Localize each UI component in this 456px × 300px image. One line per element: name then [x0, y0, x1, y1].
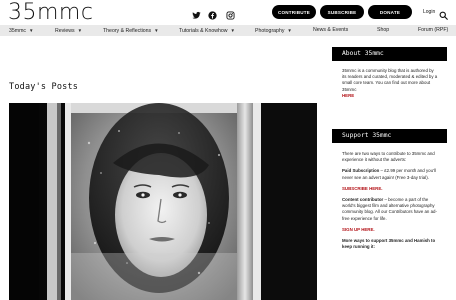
- nav-item-news-events[interactable]: News & Events: [313, 25, 348, 36]
- paid-subscription-text: Paid Subscription – £2.99 per month and …: [342, 168, 436, 180]
- search-icon[interactable]: [439, 7, 448, 20]
- more-ways-text: More ways to support 35mmc and Hamish to…: [342, 238, 436, 250]
- twitter-icon[interactable]: [192, 7, 201, 19]
- donate-button[interactable]: DONATE: [368, 5, 412, 19]
- site-logo[interactable]: 35mmc: [8, 2, 93, 24]
- nav-item-reviews[interactable]: Reviews ▼: [55, 25, 82, 36]
- main-nav: 35mmc ▼ Reviews ▼ Theory & Reflections ▼ Tu…: [0, 25, 456, 36]
- about-here-link[interactable]: HERE: [342, 93, 354, 98]
- about-text: 35mmc is a community blog that is author…: [342, 68, 438, 92]
- instagram-icon[interactable]: [226, 7, 235, 20]
- section-title: Today's Posts: [9, 82, 79, 92]
- nav-item-shop[interactable]: Shop: [377, 25, 389, 36]
- nav-item-tutorials-knowhow[interactable]: Tutorials & Knowhow ▼: [179, 25, 235, 36]
- nav-item-theory-reflections[interactable]: Theory & Reflections ▼: [103, 25, 159, 36]
- content-contributor-text: Content contributor – become a part of t…: [342, 197, 437, 221]
- support-widget: Support 35mmc There are two ways to cont…: [332, 129, 447, 255]
- chevron-down-icon: ▼: [230, 28, 236, 33]
- featured-post-image[interactable]: [9, 103, 317, 300]
- login-link[interactable]: Login: [423, 9, 435, 15]
- chevron-down-icon: ▼: [29, 28, 34, 33]
- facebook-icon[interactable]: [208, 7, 217, 20]
- chevron-down-icon: ▼: [154, 28, 159, 33]
- subscribe-button[interactable]: SUBSCRIBE: [320, 5, 364, 19]
- nav-item-forum[interactable]: Forum (RPF): [418, 25, 448, 36]
- contribute-button[interactable]: CONTRIBUTE: [272, 5, 316, 19]
- portrait-photo: [9, 103, 317, 300]
- support-intro: There are two ways to contribute to 35mm…: [342, 151, 435, 163]
- support-widget-title: Support 35mmc: [332, 129, 447, 143]
- chevron-down-icon: ▼: [77, 28, 83, 33]
- subscribe-here-link[interactable]: SUBSCRIBE HERE.: [342, 186, 383, 191]
- about-widget-title: About 35mmc: [332, 47, 447, 61]
- nav-item-35mmc[interactable]: 35mmc ▼: [9, 25, 33, 36]
- chevron-down-icon: ▼: [287, 28, 292, 33]
- nav-item-photography[interactable]: Photography ▼: [255, 25, 292, 36]
- sign-up-here-link[interactable]: SIGN UP HERE.: [342, 227, 375, 232]
- about-widget: About 35mmc 35mmc is a community blog th…: [332, 47, 447, 99]
